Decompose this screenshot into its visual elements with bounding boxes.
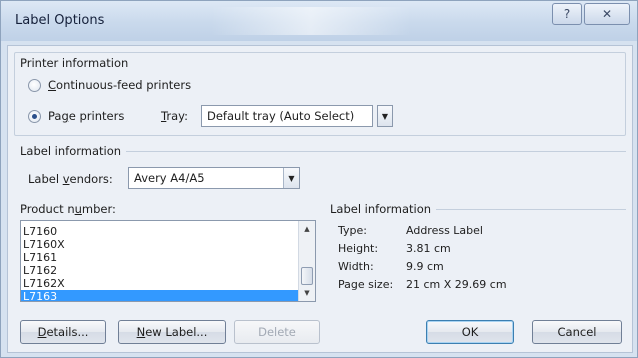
page-printers-radio[interactable] [28, 110, 41, 123]
details-divider [436, 209, 626, 210]
scroll-up-icon[interactable]: ▲ [299, 221, 315, 237]
title-bar[interactable]: Label Options ? ✕ [1, 1, 637, 41]
product-number-heading: Product number: [20, 202, 116, 216]
product-list-scrollbar[interactable]: ▲ ▼ [298, 221, 315, 301]
details-button[interactable]: Details... [20, 320, 106, 344]
scrollbar-thumb[interactable] [301, 267, 313, 285]
tray-select-value: Default tray (Auto Select) [207, 109, 355, 123]
continuous-feed-radio[interactable] [28, 79, 41, 92]
dialog-body: Printer information Continuous-feed prin… [7, 45, 633, 353]
chevron-down-icon: ▼ [381, 111, 389, 121]
label-vendors-value: Avery A4/A5 [134, 171, 205, 185]
tray-dropdown-button[interactable]: ▼ [377, 105, 393, 127]
close-button[interactable]: ✕ [584, 3, 630, 25]
close-icon: ✕ [601, 7, 613, 21]
list-item-selected[interactable]: L7163 [21, 290, 299, 301]
tray-label: Tray: [161, 109, 188, 123]
label-info-heading: Label information [20, 144, 122, 158]
page-size-key: Page size: [338, 278, 394, 291]
details-heading: Label information [330, 202, 432, 216]
cancel-button[interactable]: Cancel [532, 320, 622, 344]
width-key: Width: [338, 260, 374, 273]
product-number-list[interactable]: L7160 L7160X L7161 L7162 L7162X L7163 ▲ … [20, 220, 316, 302]
label-vendors-dropdown-button[interactable]: ▼ [283, 168, 299, 188]
type-key: Type: [338, 224, 367, 237]
list-item[interactable]: L7162X [21, 277, 299, 290]
help-icon: ? [563, 7, 571, 21]
page-size-value: 21 cm X 29.69 cm [406, 278, 507, 291]
label-options-dialog: Label Options ? ✕ Printer information Co… [0, 0, 638, 358]
height-value: 3.81 cm [406, 242, 451, 255]
list-item[interactable]: L7160X [21, 238, 299, 251]
help-button[interactable]: ? [552, 3, 582, 25]
tray-select[interactable]: Default tray (Auto Select) [201, 105, 373, 127]
label-vendors-select[interactable]: Avery A4/A5 ▼ [128, 167, 300, 189]
label-vendors-label: Label vendors: [28, 172, 113, 186]
type-value: Address Label [406, 224, 483, 237]
list-item[interactable]: L7161 [21, 251, 299, 264]
page-printers-label[interactable]: Page printers [48, 109, 124, 123]
list-item[interactable]: L7162 [21, 264, 299, 277]
scroll-down-icon[interactable]: ▼ [299, 285, 315, 301]
dialog-title: Label Options [15, 13, 105, 28]
title-bar-glare [211, 7, 411, 35]
delete-button[interactable]: Delete [234, 320, 320, 344]
continuous-feed-label[interactable]: Continuous-feed printers [48, 78, 191, 92]
width-value: 9.9 cm [406, 260, 444, 273]
height-key: Height: [338, 242, 379, 255]
new-label-button[interactable]: New Label... [118, 320, 226, 344]
list-item[interactable]: L7160 [21, 225, 299, 238]
chevron-down-icon: ▼ [288, 173, 295, 183]
ok-button[interactable]: OK [426, 320, 514, 344]
printer-info-heading: Printer information [20, 56, 129, 70]
label-info-divider [126, 151, 626, 152]
product-number-items: L7160 L7160X L7161 L7162 L7162X L7163 [21, 225, 299, 301]
